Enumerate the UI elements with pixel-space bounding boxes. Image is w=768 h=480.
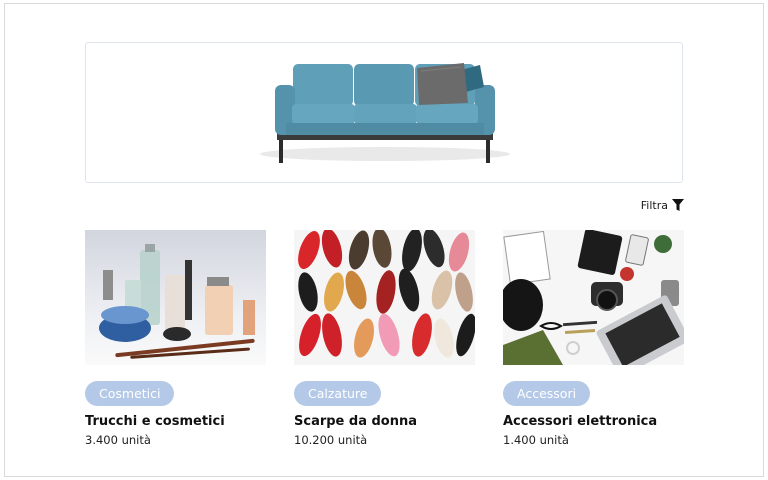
category-badge[interactable]: Calzature (294, 381, 382, 406)
category-badge[interactable]: Cosmetici (85, 381, 175, 406)
product-card-accessori[interactable]: Accessori Accessori elettronica 1.400 un… (503, 230, 684, 447)
electronics-image (503, 230, 684, 365)
product-card-cosmetici[interactable]: Cosmetici Trucchi e cosmetici 3.400 unit… (85, 230, 266, 447)
card-title[interactable]: Scarpe da donna (294, 414, 417, 429)
category-badge[interactable]: Accessori (503, 381, 591, 406)
shoes-image (294, 230, 475, 365)
card-quantity: 10.200 unità (294, 433, 368, 447)
card-quantity: 3.400 unità (85, 433, 151, 447)
funnel-icon (672, 198, 684, 211)
filter-label: Filtra (640, 198, 668, 212)
hero-banner[interactable] (85, 42, 683, 183)
card-title[interactable]: Trucchi e cosmetici (85, 414, 225, 429)
filter-button[interactable]: Filtra (641, 197, 684, 213)
product-card-calzature[interactable]: Calzature Scarpe da donna 10.200 unità (294, 230, 475, 447)
card-quantity: 1.400 unità (503, 433, 569, 447)
cosmetics-image (85, 230, 266, 365)
card-title[interactable]: Accessori elettronica (503, 414, 657, 429)
sofa-image (260, 63, 510, 163)
